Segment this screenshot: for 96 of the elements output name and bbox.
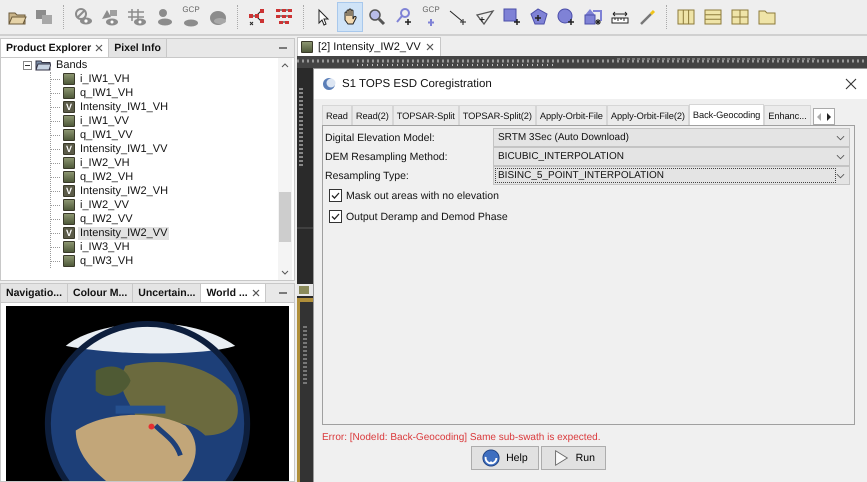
band-icon [63,87,75,99]
dropdown[interactable]: SRTM 3Sec (Auto Download) [493,128,850,147]
folder-icon [35,59,51,71]
band-icon [63,115,75,127]
dropdown[interactable]: BISINC_5_POINT_INTERPOLATION [493,166,850,185]
panel-tab[interactable]: Navigatio... [1,284,68,302]
eye-slash-icon [73,7,93,27]
toolbar-button[interactable]: GCP [178,2,204,32]
checkbox[interactable] [329,189,342,202]
checkbox-label: Output Deramp and Demod Phase [346,210,508,222]
tree-item[interactable]: Bands [54,58,90,72]
toolbar-button[interactable] [337,2,363,32]
tab[interactable]: Back-Geocoding [688,104,764,125]
band-icon [63,199,75,211]
rectangle-plus-icon [502,7,522,27]
rows-icon [703,7,723,27]
tab[interactable]: Read(2) [352,105,393,125]
chevron-down-icon [836,154,845,160]
tiles-icon [730,7,750,27]
polygon-plus-icon [529,7,549,27]
tab[interactable]: TOPSAR-Split(2) [458,105,536,125]
circle-plus-icon [556,7,576,27]
panel-tab[interactable]: Uncertain... [133,284,202,302]
tab[interactable]: Read [322,105,352,125]
band-icon: V [63,185,75,197]
close-icon[interactable] [845,78,857,90]
gcp-disc-icon [184,19,198,27]
close-icon[interactable] [252,288,260,297]
tree-item[interactable]: i_IW2_VV [78,198,131,212]
panel-tab[interactable]: Pixel Info [109,39,167,57]
band-icon: V [63,101,75,113]
tab-scroll-buttons[interactable] [812,108,835,125]
chevron-down-icon [836,134,845,140]
field-label: Resampling Type: [325,170,410,182]
shapes-star-icon [583,7,603,27]
band-icon [63,171,75,183]
help-button[interactable]: Help [471,446,539,470]
toolbar-button[interactable]: GCP [418,2,444,32]
tree-item[interactable]: q_IW1_VH [78,86,136,100]
panel-tab[interactable]: Colour M... [68,284,134,302]
shapes-eye-icon [100,7,120,27]
panel-tab[interactable]: World ... [201,284,266,302]
tree-item[interactable]: q_IW2_VH [78,170,136,184]
columns-icon [676,7,696,27]
field-label: DEM Resampling Method: [325,150,449,162]
tree-item[interactable]: Intensity_IW1_VH [78,100,170,114]
tree-item[interactable]: q_IW1_VV [78,128,135,142]
tree-item[interactable]: i_IW1_VV [78,114,131,128]
image-tab[interactable]: [2] Intensity_IW2_VV [297,37,441,56]
collapse-icon[interactable] [23,60,32,70]
scroll-thumb[interactable] [279,192,291,242]
panel-tab[interactable]: Product Explorer [1,39,110,57]
pin-plus-icon [394,7,414,27]
band-icon [301,41,313,53]
scrollbar[interactable] [278,58,292,280]
checkbox-label: Mask out areas with no elevation [346,190,499,202]
checkbox[interactable] [329,210,342,223]
run-button[interactable]: Run [540,446,606,470]
network-grid-icon [274,7,294,27]
close-icon[interactable] [426,43,434,51]
error-message: Error: [NodeId: Back-Geocoding] Same sub-swath is expected. [322,432,602,443]
band-icon [63,157,75,169]
tree-item[interactable]: Intensity_IW2_VH [78,184,170,198]
dropdown[interactable]: BICUBIC_INTERPOLATION [493,147,850,166]
band-icon [63,129,75,141]
tree-item[interactable]: Intensity_IW2_VV [78,226,170,240]
app-icon [322,77,336,91]
tab[interactable]: TOPSAR-Split [392,105,459,125]
field-label: Digital Elevation Model: [325,132,436,144]
grid-eye-icon [127,7,147,27]
tree-item[interactable]: i_IW2_VH [78,156,132,170]
tree-item[interactable]: q_IW2_VV [78,212,135,226]
band-icon: V [63,227,75,239]
tree-item[interactable]: q_IW3_VH [78,254,136,268]
band-icon: V [63,143,75,155]
close-icon[interactable] [95,44,104,52]
band-icon [63,241,75,253]
tree-item[interactable]: i_IW3_VH [78,240,132,254]
dialog-title: S1 TOPS ESD Coregistration [342,78,492,90]
help-icon [482,449,500,467]
node-graph-icon [247,7,267,27]
tab[interactable]: Apply-Orbit-File(2) [606,105,689,125]
gcp-plus-icon [427,18,435,27]
tab[interactable]: Apply-Orbit-File [536,105,607,125]
magnifier-icon [367,7,387,27]
chevron-down-icon [836,172,845,178]
windows-icon [34,7,54,27]
tree-item[interactable]: i_IW1_VH [78,72,132,86]
polyline-plus-icon [475,7,495,27]
tree-item[interactable]: Intensity_IW1_VV [78,142,170,156]
scroll-down-icon[interactable] [281,270,289,276]
band-icon [63,73,75,85]
tab[interactable]: Enhanc... [764,105,811,125]
scroll-up-icon[interactable] [281,62,289,68]
band-icon [63,213,75,225]
band-icon [63,255,75,267]
